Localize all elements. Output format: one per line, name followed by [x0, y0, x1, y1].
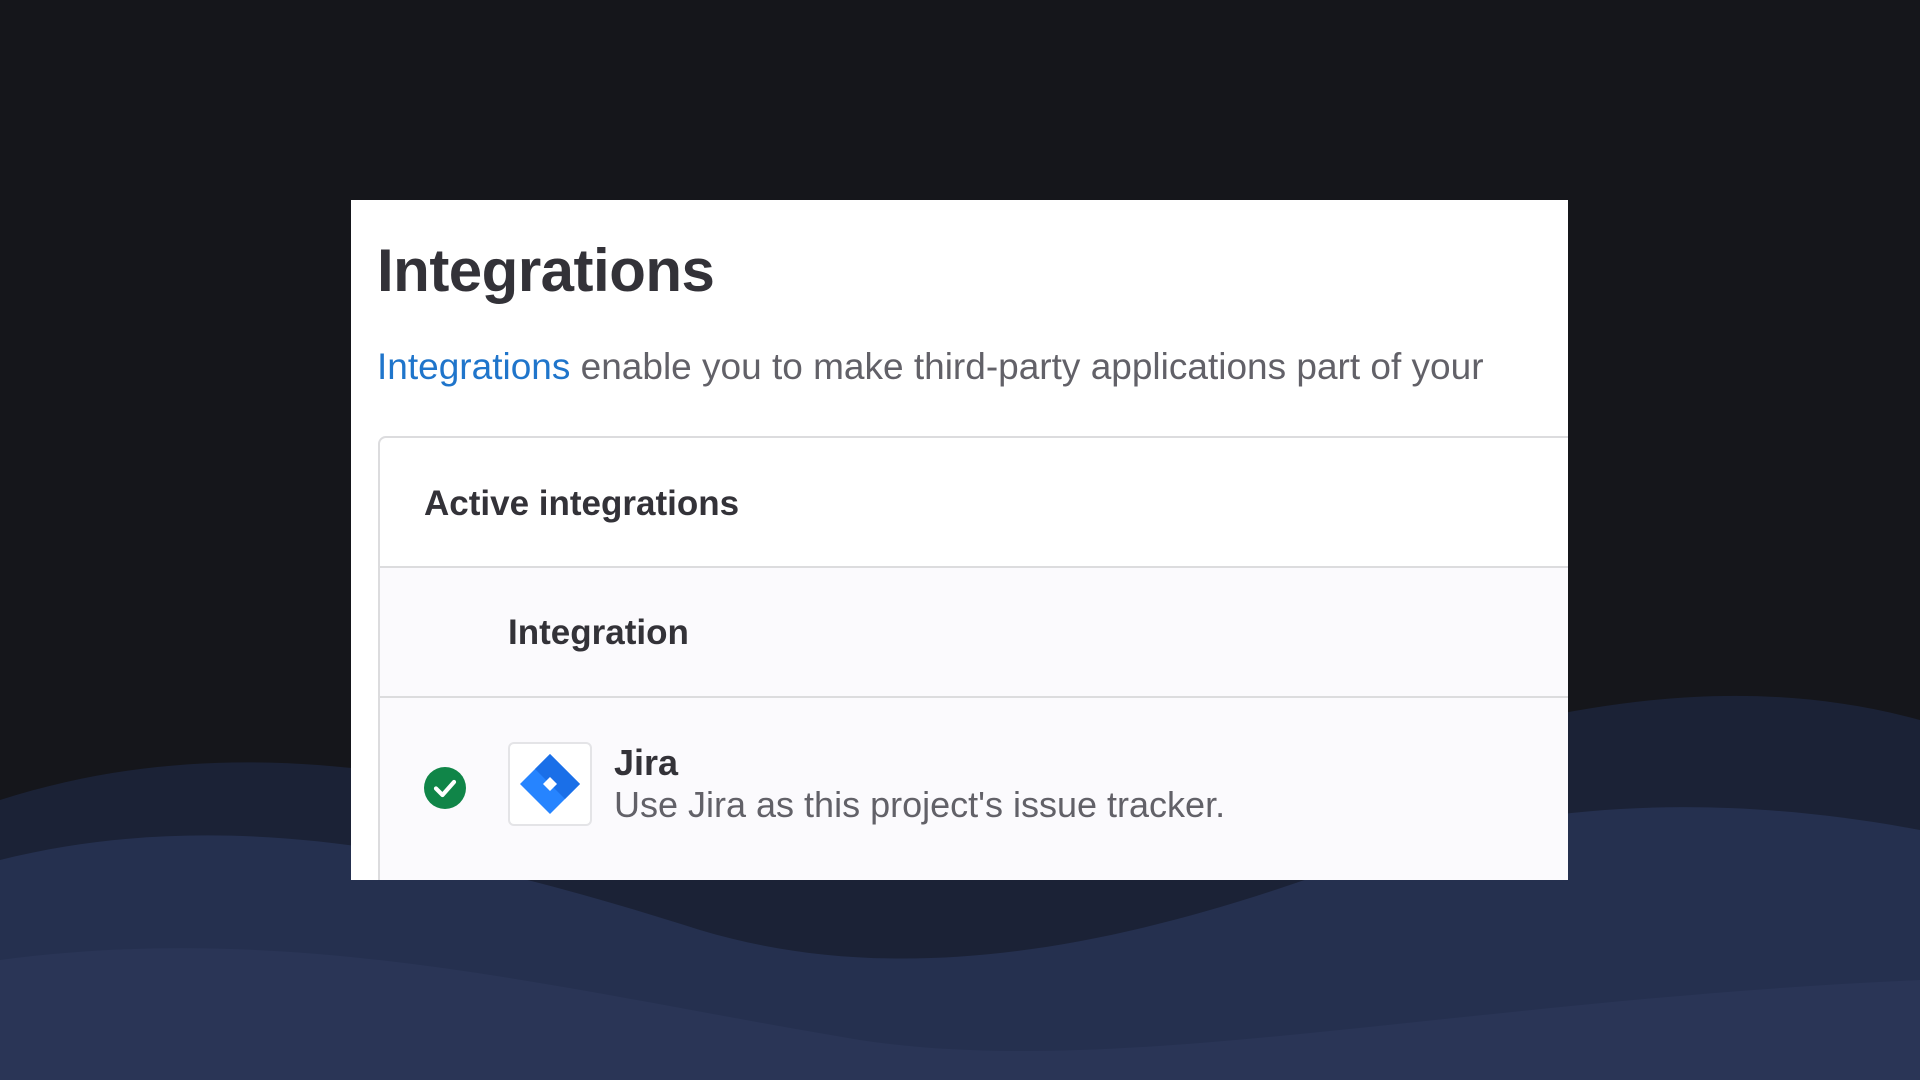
integration-logo: [508, 742, 592, 826]
integration-name-link[interactable]: Jira: [614, 742, 678, 784]
jira-logo-icon: [520, 754, 580, 814]
panel-title: Active integrations: [424, 484, 740, 523]
table-row[interactable]: Jira Use Jira as this project's issue tr…: [380, 698, 1568, 880]
integration-description: Use Jira as this project's issue tracker…: [614, 784, 1226, 825]
page-title: Integrations: [377, 237, 715, 304]
panel-header: Active integrations: [380, 438, 1568, 568]
integrations-docs-link[interactable]: Integrations: [377, 346, 570, 387]
table-header-row: Integration: [380, 568, 1568, 698]
active-integrations-panel: Active integrations Integration Jira Use…: [378, 436, 1568, 880]
integrations-settings-card: Integrations Integrations enable you to …: [351, 200, 1568, 880]
column-header-integration: Integration: [508, 613, 689, 652]
check-circle-icon: [424, 767, 466, 809]
intro-text: Integrations enable you to make third-pa…: [377, 346, 1484, 388]
intro-description: enable you to make third-party applicati…: [570, 346, 1484, 387]
